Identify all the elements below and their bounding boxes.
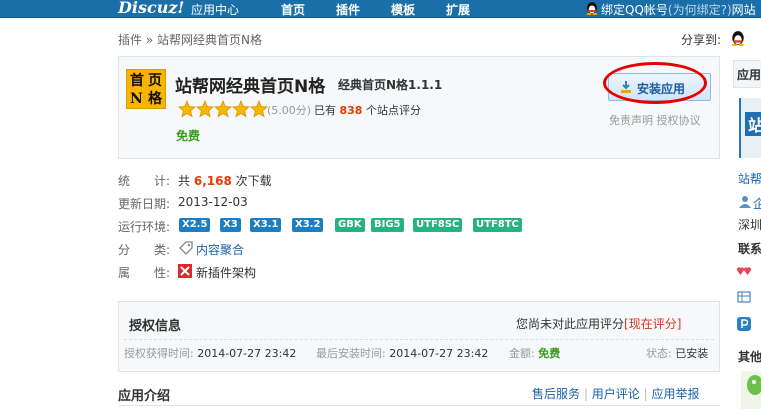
new-architecture-icon (178, 264, 192, 278)
rate-prompt: 您尚未对此应用评分[现在评分] (516, 317, 682, 331)
star-icon (250, 100, 268, 118)
rate-now-link[interactable]: [现在评分] (624, 317, 681, 331)
top-nav-bar: Discuz! 应用中心 首页 插件 模板 扩展 绑定QQ帐号(为何绑定?)网站 (0, 0, 761, 18)
star-icon (214, 100, 232, 118)
p-badge-icon[interactable] (737, 317, 751, 331)
env-tag: X2.5 (179, 218, 211, 232)
contact-heading: 联系 (738, 242, 761, 256)
highlight-circle (603, 62, 707, 104)
star-icon (232, 100, 250, 118)
attr-value: 新插件架构 (196, 266, 257, 280)
category-label: 分 类: (118, 243, 171, 257)
plugin-logo: 首 页 N 格 (126, 69, 166, 109)
env-tag: BIG5 (371, 218, 404, 232)
divider (118, 405, 720, 406)
qq-bind-link[interactable]: 绑定QQ帐号(为何绑定?)网站 (601, 1, 756, 18)
intro-title: 应用介绍 (118, 389, 171, 404)
sidebar-title: 应用 (737, 68, 761, 82)
status: 状态: 已安装 (646, 347, 709, 360)
env-tag: GBK (335, 218, 365, 232)
nav-extensions[interactable]: 扩展 (446, 1, 470, 18)
app-center-label[interactable]: 应用中心 (191, 1, 239, 18)
breadcrumb-current: 站帮网经典首页N格 (157, 33, 262, 47)
user-reviews-link[interactable]: 用户评论 (592, 387, 640, 401)
rating-score: (5.00分) (267, 104, 312, 117)
intro-links: 售后服务 | 用户评论 | 应用举报 (532, 387, 700, 401)
nav-templates[interactable]: 模板 (391, 1, 415, 18)
updated-label: 更新日期: (118, 197, 171, 211)
rating-sites: 已有 838 个站点评分 (314, 104, 421, 117)
developer-banner[interactable]: 站 (739, 98, 761, 158)
license-info-panel: 授权信息 您尚未对此应用评分[现在评分] 授权获得时间: 2014-07-27 … (118, 301, 720, 372)
tag-icon (179, 241, 193, 255)
hearts-icon[interactable] (737, 264, 751, 278)
env-tag: X3.2 (292, 218, 324, 232)
price-tag: 免费 (176, 129, 201, 143)
license-agreement-link[interactable]: 授权协议 (657, 114, 701, 127)
downloads-label: 统 计: (118, 174, 171, 188)
app-thumb-icon[interactable] (741, 371, 761, 409)
last-install-time: 最后安装时间: 2014-07-27 23:42 (316, 347, 489, 360)
other-heading: 其他 (738, 350, 761, 364)
developer-link[interactable]: 企 (753, 195, 761, 212)
disclaimer-links: 免责声明 授权协议 (609, 112, 701, 128)
env-tag: UTF8TC (473, 218, 522, 232)
amount: 金额: 免费 (509, 347, 561, 360)
share-qq-icon[interactable] (730, 30, 746, 46)
share-label: 分享到: (681, 33, 722, 47)
why-bind-link[interactable]: (为何绑定?) (668, 3, 732, 17)
qq-penguin-icon (586, 2, 598, 15)
after-sales-link[interactable]: 售后服务 (532, 387, 580, 401)
developer-name[interactable]: 站帮 (738, 170, 761, 187)
developer-city: 深圳 (738, 218, 761, 232)
acquired-time: 授权获得时间: 2014-07-27 23:42 (124, 347, 297, 360)
plugin-title: 站帮网经典首页N格 (175, 77, 326, 97)
divider (124, 339, 714, 340)
env-tag: UTF8SC (413, 218, 463, 232)
updated-value: 2013-12-03 (178, 195, 248, 209)
breadcrumb-plugins[interactable]: 插件 (118, 33, 142, 47)
env-tag: X3 (220, 218, 241, 232)
breadcrumb: 插件 » 站帮网经典首页N格 (118, 33, 262, 47)
nav-home[interactable]: 首页 (281, 1, 305, 18)
disclaimer-link[interactable]: 免责声明 (609, 114, 653, 127)
category-link[interactable]: 内容聚合 (196, 241, 244, 258)
grid-icon[interactable] (737, 290, 751, 304)
report-link[interactable]: 应用举报 (651, 387, 699, 401)
user-icon (739, 196, 751, 208)
plugin-version: 经典首页N格1.1.1 (338, 78, 443, 92)
downloads-value: 共 6,168 次下载 (178, 174, 272, 188)
star-icon (178, 100, 196, 118)
star-icon (196, 100, 214, 118)
nav-plugins[interactable]: 插件 (336, 1, 360, 18)
attr-label: 属 性: (118, 266, 171, 280)
license-title: 授权信息 (129, 319, 182, 334)
env-tag: X3.1 (250, 218, 282, 232)
env-label: 运行环境: (118, 220, 171, 234)
discuz-logo[interactable]: Discuz! (118, 0, 184, 17)
